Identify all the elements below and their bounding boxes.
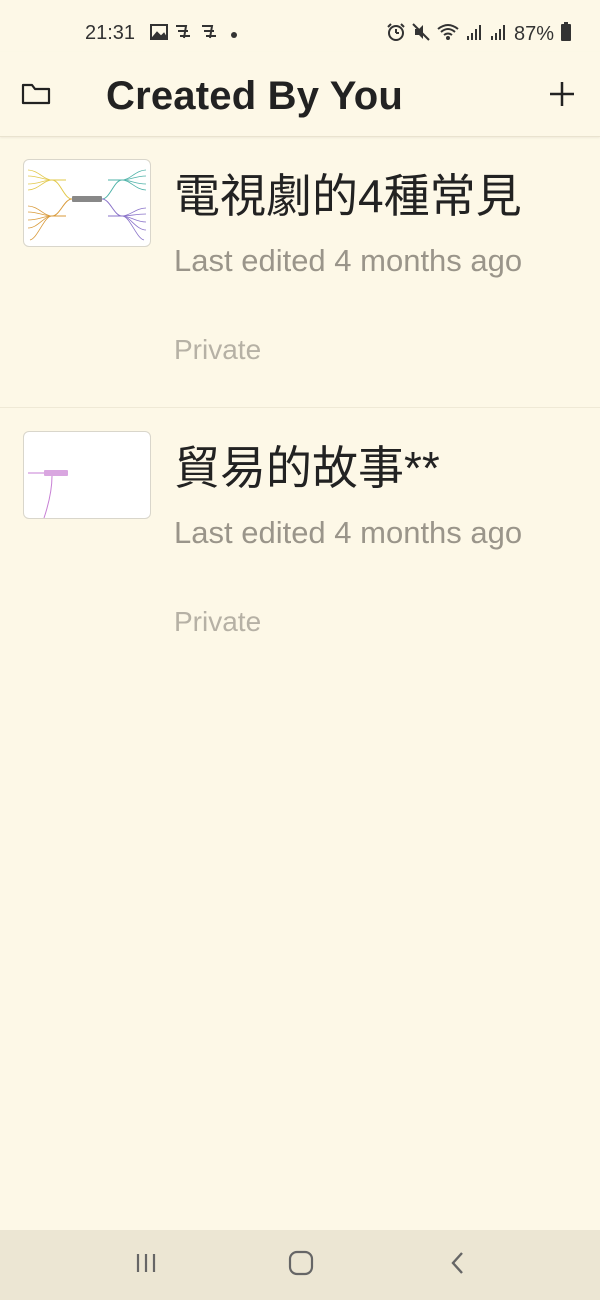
list-item[interactable]: 電視劇的4種常見 Last edited 4 months ago Privat…: [0, 136, 600, 408]
home-icon: [288, 1250, 314, 1281]
status-time: 21:31: [85, 22, 136, 44]
back-button[interactable]: [438, 1247, 478, 1283]
navigation-bar: [0, 1230, 600, 1300]
wifi-icon: [436, 23, 460, 46]
item-last-edited: Last edited 4 months ago: [174, 243, 523, 278]
add-button[interactable]: [542, 76, 582, 116]
recent-apps-button[interactable]: [126, 1247, 166, 1283]
app-bar: Created By You: [0, 52, 600, 137]
mute-icon: [412, 22, 430, 47]
mindmap-thumbnail: [23, 159, 151, 247]
page-title: Created By You: [106, 74, 403, 118]
dot-icon: [230, 26, 238, 44]
status-bar: 21:31 87%: [0, 0, 600, 52]
signal-icon: [466, 23, 484, 46]
status-right: 87%: [386, 22, 572, 47]
plus-icon: [548, 80, 576, 113]
battery-percent: 87%: [513, 23, 554, 45]
list-item[interactable]: 貿易的故事** Last edited 4 months ago Private: [0, 407, 600, 680]
chinese-text-icon: [174, 23, 224, 46]
back-icon: [448, 1250, 468, 1281]
home-button[interactable]: [281, 1247, 321, 1283]
item-title: 貿易的故事**: [174, 442, 440, 494]
signal-icon: [490, 23, 508, 46]
mindmap-thumbnail: [23, 431, 151, 519]
status-left-icons: [150, 23, 238, 46]
item-title: 電視劇的4種常見: [174, 170, 522, 222]
battery-icon: [560, 22, 572, 47]
recent-apps-icon: [134, 1252, 158, 1279]
document-list: 電視劇的4種常見 Last edited 4 months ago Privat…: [0, 136, 600, 680]
alarm-icon: [386, 22, 406, 47]
folder-icon: [21, 82, 51, 111]
item-privacy: Private: [174, 606, 262, 637]
item-last-edited: Last edited 4 months ago: [174, 515, 523, 550]
folder-button[interactable]: [16, 76, 56, 116]
image-icon: [150, 24, 168, 45]
item-privacy: Private: [174, 334, 262, 365]
